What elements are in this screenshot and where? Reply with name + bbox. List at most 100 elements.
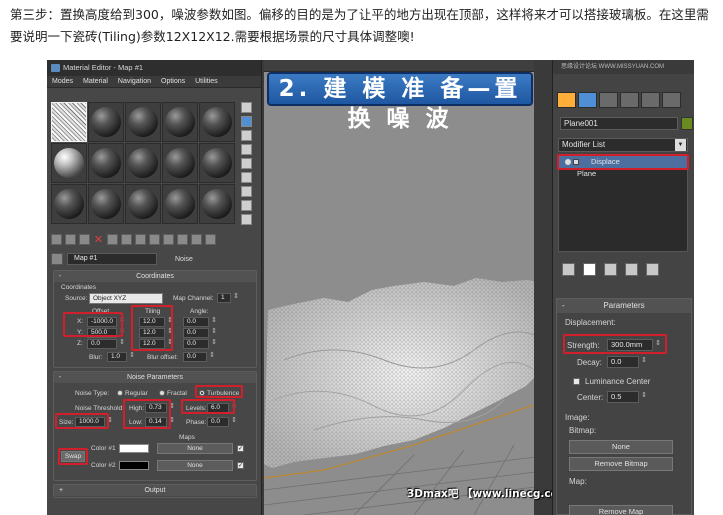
- pin-stack-icon[interactable]: [562, 263, 575, 276]
- make-copy-icon[interactable]: [107, 234, 118, 245]
- blur-label: Blur:: [89, 354, 103, 361]
- luminance-center-checkbox[interactable]: [573, 378, 580, 385]
- output-rollout-header[interactable]: + Output: [54, 485, 256, 496]
- sample-sphere: [128, 148, 158, 178]
- uv-tiling-icon[interactable]: [241, 144, 252, 155]
- modify-tab-icon[interactable]: [578, 92, 597, 108]
- utilities-tab-icon[interactable]: [662, 92, 681, 108]
- sample-slot[interactable]: [125, 184, 161, 224]
- show-map-icon[interactable]: [163, 234, 174, 245]
- create-tab-icon[interactable]: [557, 92, 576, 108]
- map-name-field[interactable]: Map #1: [67, 253, 157, 265]
- material-editor-titlebar[interactable]: Material Editor - Map #1: [47, 60, 261, 76]
- sample-slot[interactable]: [162, 184, 198, 224]
- motion-tab-icon[interactable]: [620, 92, 639, 108]
- sample-sphere: [91, 189, 121, 219]
- color2-map-button[interactable]: None: [157, 460, 233, 471]
- sample-sphere: [128, 107, 158, 137]
- background-icon[interactable]: [241, 130, 252, 141]
- object-name-field[interactable]: Plane001: [560, 117, 678, 130]
- assign-to-selection-icon[interactable]: [79, 234, 90, 245]
- remove-bitmap-button[interactable]: Remove Bitmap: [569, 457, 673, 471]
- sample-type-icon[interactable]: [241, 102, 252, 113]
- menu-material[interactable]: Material: [78, 76, 113, 87]
- size-highlight: [55, 413, 109, 429]
- sample-slot[interactable]: [88, 102, 124, 142]
- modifier-list-dropdown[interactable]: Modifier List: [558, 138, 688, 152]
- blur-offset-spinner[interactable]: 0.0: [183, 352, 215, 362]
- make-unique-icon[interactable]: [604, 263, 617, 276]
- bitmap-button[interactable]: None: [569, 440, 673, 454]
- color2-map-checkbox[interactable]: ✓: [237, 462, 244, 469]
- show-end-result-icon[interactable]: [583, 263, 596, 276]
- material-id-icon[interactable]: [149, 234, 160, 245]
- center-spinner[interactable]: 0.5: [607, 391, 647, 403]
- reset-map-icon[interactable]: ✕: [93, 234, 104, 245]
- offset-z-spinner[interactable]: 0.0: [87, 339, 125, 349]
- sample-slot[interactable]: [199, 184, 235, 224]
- menu-navigation[interactable]: Navigation: [113, 76, 156, 87]
- sample-slot[interactable]: [162, 102, 198, 142]
- sample-slot[interactable]: [162, 143, 198, 183]
- map-name-row: Map #1 Noise: [51, 252, 257, 266]
- sample-slot[interactable]: [125, 143, 161, 183]
- video-color-check-icon[interactable]: [241, 158, 252, 169]
- angle-x-spinner[interactable]: 0.0: [183, 317, 217, 327]
- menu-modes[interactable]: Modes: [47, 76, 78, 87]
- sample-slot[interactable]: [199, 102, 235, 142]
- backlight-icon[interactable]: [241, 116, 252, 127]
- regular-label: Regular: [125, 390, 148, 397]
- remove-map-button[interactable]: Remove Map: [569, 505, 673, 515]
- color1-swatch[interactable]: [119, 444, 149, 453]
- map-channel-spinner[interactable]: 1: [217, 293, 239, 303]
- fractal-radio[interactable]: [159, 390, 165, 396]
- angle-z-spinner[interactable]: 0.0: [183, 339, 217, 349]
- hierarchy-tab-icon[interactable]: [599, 92, 618, 108]
- configure-sets-icon[interactable]: [646, 263, 659, 276]
- parameters-header[interactable]: - Parameters: [557, 299, 691, 313]
- regular-radio[interactable]: [117, 390, 123, 396]
- make-preview-icon[interactable]: [241, 172, 252, 183]
- source-dropdown[interactable]: Object XYZ: [89, 293, 163, 304]
- options-icon[interactable]: [241, 186, 252, 197]
- sample-slot-noise[interactable]: [51, 102, 87, 142]
- angle-y-spinner[interactable]: 0.0: [183, 328, 217, 338]
- material-navigator-icon[interactable]: [241, 214, 252, 225]
- menu-utilities[interactable]: Utilities: [190, 76, 223, 87]
- display-tab-icon[interactable]: [641, 92, 660, 108]
- go-to-parent-icon[interactable]: [191, 234, 202, 245]
- make-unique-icon[interactable]: [121, 234, 132, 245]
- put-to-library-icon[interactable]: [135, 234, 146, 245]
- blur-spinner[interactable]: 1.0: [107, 352, 135, 362]
- remove-modifier-icon[interactable]: [625, 263, 638, 276]
- show-end-result-icon[interactable]: [177, 234, 188, 245]
- map-type-button[interactable]: Noise: [175, 256, 193, 263]
- sample-slot[interactable]: [51, 184, 87, 224]
- sample-sphere: [202, 189, 232, 219]
- coordinates-rollout-header[interactable]: - Coordinates: [54, 271, 256, 282]
- go-forward-icon[interactable]: [205, 234, 216, 245]
- color2-swatch[interactable]: [119, 461, 149, 470]
- sample-slot[interactable]: [88, 143, 124, 183]
- sample-slot[interactable]: [88, 184, 124, 224]
- material-editor-title: Material Editor - Map #1: [63, 63, 144, 72]
- sample-slot[interactable]: [199, 143, 235, 183]
- noise-parameters-header[interactable]: - Noise Parameters: [54, 372, 256, 383]
- select-by-material-icon[interactable]: [241, 200, 252, 211]
- object-color-swatch[interactable]: [681, 117, 693, 130]
- sample-slot[interactable]: [125, 102, 161, 142]
- get-material-icon[interactable]: [51, 234, 62, 245]
- sample-sphere: [91, 107, 121, 137]
- sample-slot[interactable]: [51, 143, 87, 183]
- put-to-scene-icon[interactable]: [65, 234, 76, 245]
- phase-spinner[interactable]: 0.0: [207, 417, 237, 427]
- eyedropper-icon[interactable]: [51, 253, 63, 265]
- perspective-viewport[interactable]: 2. 建 模 准 备—置 换 噪 波: [264, 60, 552, 515]
- menu-options[interactable]: Options: [156, 76, 190, 87]
- image-label: Image:: [565, 413, 590, 422]
- center-label: Center:: [577, 393, 604, 402]
- decay-spinner[interactable]: 0.0: [607, 356, 647, 368]
- color1-map-button[interactable]: None: [157, 443, 233, 454]
- color1-map-checkbox[interactable]: ✓: [237, 445, 244, 452]
- phase-label: Phase:: [186, 419, 207, 426]
